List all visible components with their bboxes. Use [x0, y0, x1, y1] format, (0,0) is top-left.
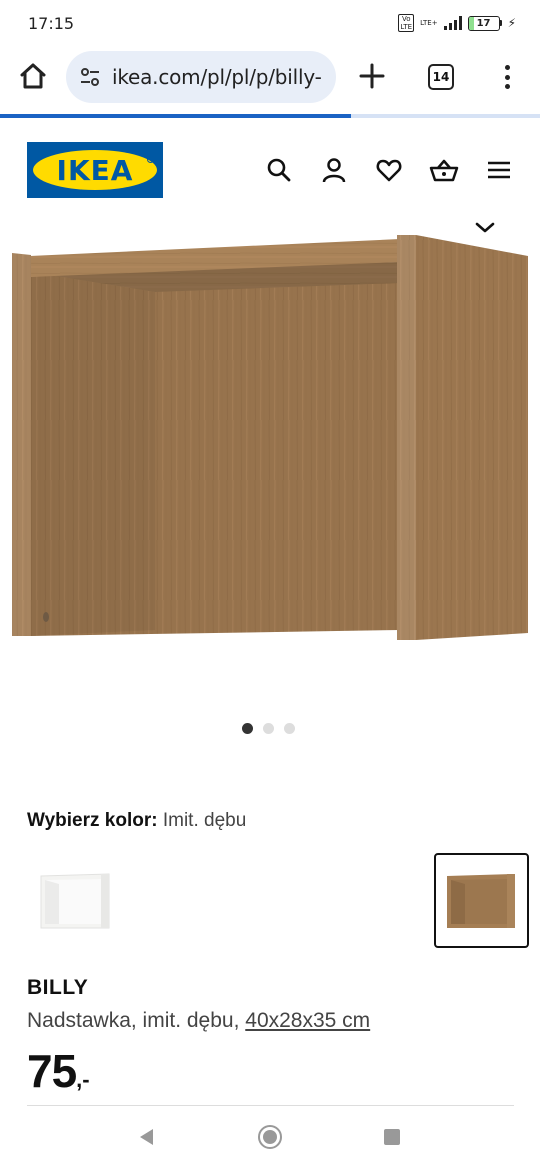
site-header: IKEA — [0, 138, 540, 202]
color-swatch-white[interactable] — [28, 853, 123, 948]
selected-color: Imit. dębu — [162, 810, 247, 831]
battery-level: 17 — [476, 17, 491, 29]
image-carousel-dots — [242, 723, 295, 734]
page-load-progress — [0, 114, 540, 118]
search-icon[interactable] — [265, 156, 293, 184]
basket-icon[interactable] — [429, 156, 459, 184]
user-icon[interactable] — [320, 156, 348, 184]
volte-icon: Vo LTE — [398, 14, 415, 32]
product-price: 75 ,- — [27, 1044, 90, 1098]
price-suffix: ,- — [76, 1067, 90, 1092]
white-shelf-thumbnail — [40, 872, 109, 928]
more-vert-icon[interactable] — [498, 62, 516, 92]
home-icon[interactable] — [17, 60, 49, 92]
product-type: Nadstawka, imit. dębu, — [27, 1009, 246, 1032]
color-label: Wybierz kolor: — [27, 810, 158, 831]
color-selector-label: Wybierz kolor: Imit. dębu — [27, 810, 246, 832]
color-swatch-oak[interactable] — [434, 853, 529, 948]
system-nav-bar — [0, 1110, 540, 1170]
tabs-icon[interactable]: 14 — [428, 64, 454, 90]
home-circle-icon[interactable] — [258, 1125, 282, 1149]
oak-shelf-thumbnail — [446, 873, 515, 928]
plus-icon[interactable] — [358, 62, 386, 90]
browser-toolbar: ikea.com/pl/pl/p/billy- 14 — [0, 46, 540, 108]
signal-icon — [443, 16, 462, 30]
site-settings-icon[interactable] — [78, 65, 102, 89]
chevron-down-icon[interactable] — [472, 218, 498, 236]
url-text: ikea.com/pl/pl/p/billy- — [112, 65, 322, 89]
ikea-logo[interactable]: IKEA — [27, 142, 163, 198]
carousel-dot[interactable] — [263, 723, 274, 734]
recents-icon[interactable] — [384, 1129, 400, 1145]
hamburger-menu-icon[interactable] — [485, 156, 513, 184]
back-icon[interactable] — [137, 1127, 157, 1147]
status-bar: 17:15 Vo LTE LTE+ 17 ⚡ — [0, 0, 540, 46]
carousel-dot[interactable] — [284, 723, 295, 734]
product-description: Nadstawka, imit. dębu, 40x28x35 cm — [27, 1009, 370, 1033]
divider — [27, 1105, 514, 1106]
product-image[interactable] — [0, 216, 540, 656]
carousel-dot[interactable] — [242, 723, 253, 734]
address-bar[interactable]: ikea.com/pl/pl/p/billy- — [66, 51, 336, 103]
product-name: BILLY — [27, 976, 89, 999]
bolt-icon: ⚡ — [507, 16, 516, 30]
tab-count: 14 — [432, 70, 450, 84]
product-dimensions-link[interactable]: 40x28x35 cm — [245, 1009, 370, 1032]
status-icons: Vo LTE LTE+ 17 ⚡ — [398, 14, 516, 32]
network-type: LTE+ — [420, 19, 438, 27]
status-time: 17:15 — [28, 13, 75, 33]
heart-icon[interactable] — [375, 156, 403, 184]
battery-icon: 17 — [467, 15, 502, 31]
price-amount: 75 — [27, 1045, 77, 1097]
